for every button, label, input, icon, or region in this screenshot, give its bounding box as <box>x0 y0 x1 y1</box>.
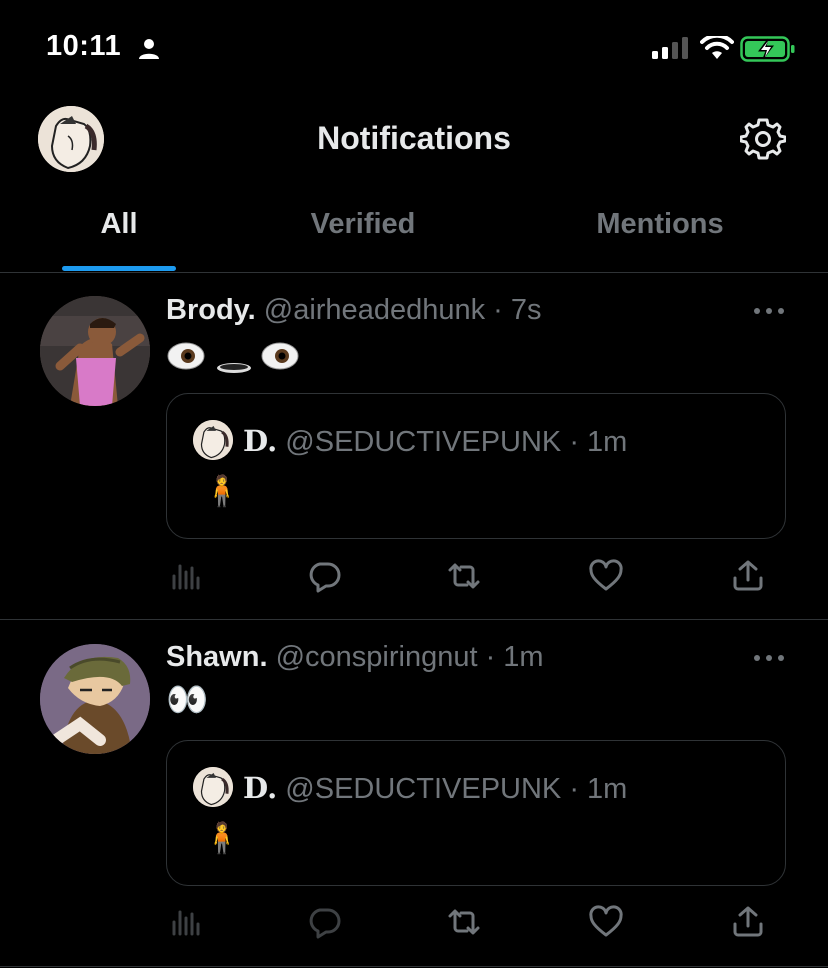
quoted-avatar <box>193 767 233 807</box>
quoted-tweet[interactable]: D. @SEDUCTIVEPUNK · 1m 🧍 <box>166 740 786 886</box>
gear-icon[interactable] <box>740 116 786 162</box>
retweet-icon[interactable] <box>446 904 482 940</box>
signal-icon <box>652 37 688 59</box>
avatar[interactable] <box>40 644 150 754</box>
quoted-author-name: D. <box>243 771 278 805</box>
avatar[interactable] <box>40 296 150 406</box>
tweet-content-emoji <box>167 342 299 373</box>
tweet-time: · 1m <box>485 641 544 673</box>
like-icon[interactable] <box>588 558 624 594</box>
quoted-author-handle: @SEDUCTIVEPUNK <box>285 426 562 458</box>
author-handle[interactable]: @conspiringnut <box>276 641 478 673</box>
tweet-time: · 7s <box>493 294 542 326</box>
tabs-divider <box>0 272 828 273</box>
retweet-icon[interactable] <box>446 558 482 594</box>
quoted-header: D. @SEDUCTIVEPUNK · 1m <box>243 771 627 806</box>
tab-verified[interactable]: Verified <box>280 208 446 241</box>
views-icon[interactable] <box>168 904 204 940</box>
more-icon[interactable] <box>752 653 786 663</box>
author-name[interactable]: Shawn. <box>166 641 268 673</box>
wifi-icon <box>700 36 734 59</box>
quoted-content: 🧍 <box>203 822 241 855</box>
item-divider <box>0 619 828 620</box>
tweet-header: Shawn. @conspiringnut · 1m <box>166 641 544 674</box>
tweet-header: Brody. @airheadedhunk · 7s <box>166 294 542 327</box>
quoted-author-handle: @SEDUCTIVEPUNK <box>285 773 562 805</box>
author-handle[interactable]: @airheadedhunk <box>264 294 485 326</box>
quoted-avatar <box>193 420 233 460</box>
tab-all[interactable]: All <box>62 208 176 241</box>
reply-icon[interactable] <box>306 904 342 940</box>
share-icon[interactable] <box>730 904 766 940</box>
author-name[interactable]: Brody. <box>166 294 256 326</box>
person-icon <box>139 39 159 59</box>
views-icon[interactable] <box>168 558 204 594</box>
quoted-time: · 1m <box>569 773 628 805</box>
tweet-content: 👀 <box>166 681 209 719</box>
reply-icon[interactable] <box>306 558 342 594</box>
share-icon[interactable] <box>730 558 766 594</box>
page-title: Notifications <box>317 120 511 156</box>
item-divider <box>0 966 828 967</box>
battery-charging-icon <box>740 36 795 62</box>
more-icon[interactable] <box>752 306 786 316</box>
quoted-header: D. @SEDUCTIVEPUNK · 1m <box>243 424 627 459</box>
like-icon[interactable] <box>588 904 624 940</box>
status-time: 10:11 <box>46 30 122 62</box>
quoted-tweet[interactable]: D. @SEDUCTIVEPUNK · 1m 🧍 <box>166 393 786 539</box>
tab-mentions[interactable]: Mentions <box>570 208 750 241</box>
active-tab-indicator <box>62 266 176 271</box>
quoted-time: · 1m <box>569 426 628 458</box>
quoted-content: 🧍 <box>203 475 241 508</box>
quoted-author-name: D. <box>243 424 278 458</box>
